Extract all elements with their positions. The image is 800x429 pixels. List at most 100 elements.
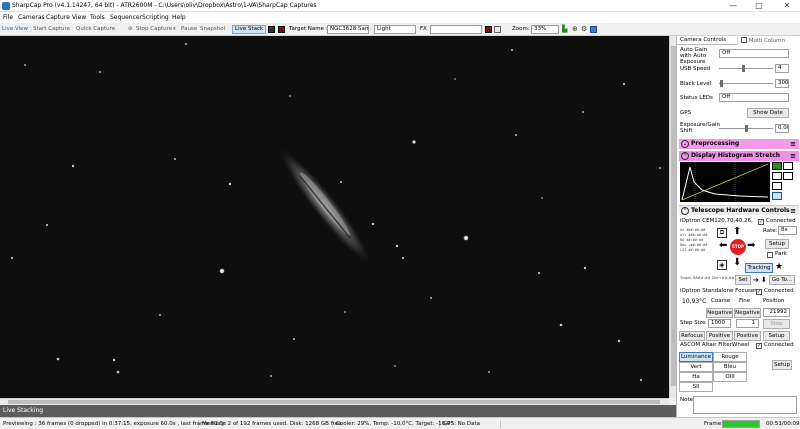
move-north-icon[interactable]: ⬆ <box>733 227 741 237</box>
step-fine-field[interactable]: 1 <box>736 319 759 328</box>
show-date-button[interactable]: Show Date <box>747 108 789 118</box>
coarse-positive-button[interactable]: Positive <box>706 331 733 341</box>
quick-capture-button[interactable]: Quick Capture <box>76 25 115 34</box>
menu-cameras[interactable]: Cameras <box>18 14 45 21</box>
menu-icon[interactable]: ≡ <box>790 152 796 160</box>
maximize-button[interactable]: □ <box>748 0 770 12</box>
filter-bleu[interactable]: Bleu <box>713 362 747 372</box>
preprocessing-header[interactable]: ⌄ Preprocessing ≡ <box>679 139 799 149</box>
exposure-shift-slider[interactable] <box>719 124 773 133</box>
menu-tools[interactable]: Tools <box>90 14 105 21</box>
menu-icon[interactable]: ≡ <box>790 140 796 148</box>
filter-luminance[interactable]: Luminance <box>679 352 713 362</box>
usb-speed-value[interactable]: 4 <box>775 64 789 73</box>
rate-select[interactable]: 8x <box>778 226 797 235</box>
fx-label: FX <box>420 26 427 32</box>
menu-file[interactable]: File <box>3 14 13 21</box>
horizontal-scrollbar[interactable] <box>0 398 669 405</box>
fine-negative-button[interactable]: Negative <box>734 308 761 318</box>
stretch-zoom-icon[interactable] <box>772 182 782 190</box>
fx-select[interactable] <box>430 25 482 34</box>
target-name-field[interactable]: NGC3628 Sam <box>327 25 369 34</box>
menu-scripting[interactable]: Scripting <box>142 14 169 21</box>
notes-field[interactable] <box>693 396 797 414</box>
menu-capture[interactable]: Capture <box>46 14 70 21</box>
start-capture-button[interactable]: Start Capture <box>33 25 70 34</box>
filterwheel-setup-button[interactable]: Setup <box>772 360 792 370</box>
menu-view[interactable]: View <box>72 14 86 21</box>
status-leds-select[interactable]: Off <box>719 93 789 102</box>
multi-column-checkbox[interactable] <box>741 37 747 43</box>
step-coarse-field[interactable]: 1000 <box>708 319 731 328</box>
stretch-settings-icon[interactable] <box>783 172 793 180</box>
black-level-slider[interactable] <box>719 79 773 88</box>
sync-arrow-icon[interactable]: ➜ <box>753 275 759 285</box>
live-stack-button[interactable]: Live Stack <box>232 25 267 34</box>
goto-arrow-icon[interactable]: ⬇ <box>761 275 767 285</box>
snapshot-button[interactable]: Snapshot <box>200 25 226 34</box>
telescope-header[interactable]: ⌃ Telescope Hardware Controls ≡ <box>679 205 799 215</box>
target-name-label: Target Name : <box>289 26 328 32</box>
tab-camera-controls[interactable]: Camera Controls <box>677 36 737 45</box>
fine-positive-button[interactable]: Positive <box>734 331 761 341</box>
frame-type-select[interactable]: Light <box>374 25 416 34</box>
menu-help[interactable]: Help <box>172 14 186 21</box>
refocus-button[interactable]: Refocus <box>679 331 705 341</box>
tracking-button[interactable]: Tracking <box>745 263 773 273</box>
pause-button[interactable]: Pause <box>181 25 197 34</box>
horizontal-scroll-thumb[interactable] <box>8 400 660 404</box>
filter-ha[interactable]: Ha <box>679 372 713 382</box>
filter-rouge[interactable]: Rouge <box>713 352 747 362</box>
focuser-stop-button[interactable]: Stop <box>763 319 790 329</box>
close-button[interactable]: ✕ <box>776 0 798 12</box>
mount-setup-button[interactable]: Setup <box>765 239 789 249</box>
minimize-button[interactable]: — <box>722 0 744 12</box>
goto-button[interactable]: Go To... <box>769 275 795 285</box>
stop-capture-button[interactable]: Stop Capture <box>136 25 172 34</box>
stop-button[interactable]: STOP <box>730 239 746 255</box>
filter-sii[interactable]: SII <box>679 382 713 392</box>
set-button[interactable]: Set <box>735 275 751 285</box>
live-stacking-bar[interactable]: Live Stacking <box>0 405 676 417</box>
filterwheel-connected-checkbox[interactable]: ✓ <box>756 343 762 349</box>
stretch-auto-icon[interactable] <box>772 162 782 170</box>
histogram-icon[interactable] <box>268 26 275 33</box>
live-view-button[interactable]: Live View <box>2 25 28 34</box>
center-icon[interactable]: ◈ <box>717 260 727 270</box>
coarse-negative-button[interactable]: Negative <box>706 308 733 318</box>
move-west-icon[interactable]: ⬅ <box>719 241 727 251</box>
menu-sequencer[interactable]: Sequencer <box>110 14 142 21</box>
overlay-icon[interactable] <box>494 26 501 33</box>
focuser-connected-checkbox[interactable]: ✓ <box>756 289 762 295</box>
menu-icon[interactable]: ≡ <box>790 207 796 215</box>
mount-connected-checkbox[interactable]: ✓ <box>758 219 764 225</box>
vertical-scrollbar[interactable] <box>669 36 676 398</box>
tab-multi-column[interactable]: Multi Column <box>737 36 799 45</box>
histogram-header[interactable]: ⌃ Display Histogram Stretch ≡ <box>679 151 799 161</box>
move-east-icon[interactable]: ➡ <box>747 241 755 251</box>
position-field[interactable]: 21992 <box>763 308 790 317</box>
filter-vert[interactable]: Vert <box>679 362 713 372</box>
settings-icon[interactable]: ⚙ <box>581 25 587 34</box>
tool-icon[interactable] <box>590 26 597 33</box>
histogram-display[interactable] <box>680 162 770 202</box>
exposure-shift-value[interactable]: 0.00 <box>775 124 789 133</box>
chart-icon[interactable]: ▙ <box>562 25 567 34</box>
color-icon[interactable] <box>278 26 285 33</box>
highlight-icon[interactable] <box>485 26 492 33</box>
black-level-value[interactable]: 300 <box>775 79 789 88</box>
stretch-lock-icon[interactable] <box>772 172 782 180</box>
usb-speed-slider[interactable] <box>719 64 773 73</box>
move-south-icon[interactable]: ⬇ <box>733 258 741 268</box>
zoom-select[interactable]: 33% <box>531 25 559 34</box>
auto-gain-select[interactable]: Off <box>719 49 789 58</box>
star-icon[interactable]: ★ <box>775 262 783 272</box>
flip-icon[interactable]: ⧉ <box>717 228 727 238</box>
image-viewport[interactable] <box>0 36 676 398</box>
stretch-save-icon[interactable] <box>772 192 782 200</box>
focuser-setup-button[interactable]: Setup <box>763 331 790 341</box>
zoom-icon[interactable]: ⊕ <box>572 25 578 34</box>
filter-oiii[interactable]: OIII <box>713 372 747 382</box>
stretch-reset-icon[interactable] <box>783 162 793 170</box>
park-checkbox[interactable] <box>767 252 773 258</box>
